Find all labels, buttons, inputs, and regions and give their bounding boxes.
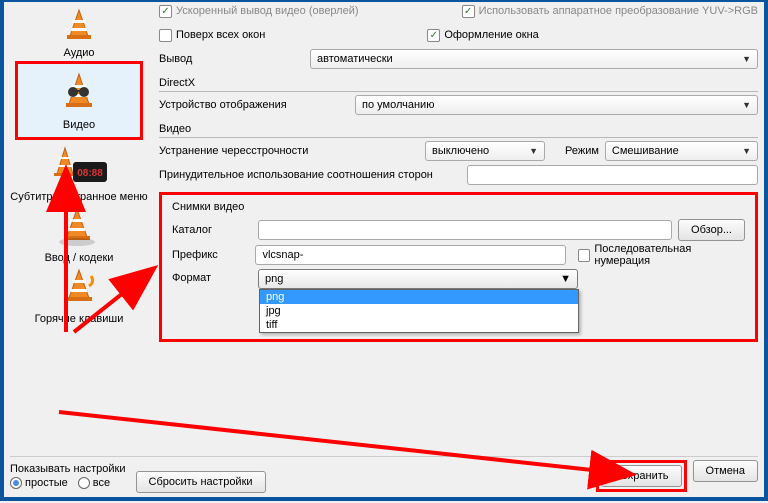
cone-icon <box>59 70 99 117</box>
dropdown-option[interactable]: jpg <box>260 304 578 318</box>
chevron-down-icon: ▼ <box>529 146 538 156</box>
select-value: Смешивание <box>612 145 679 157</box>
label-snapshot-dir: Каталог <box>172 224 252 236</box>
cone-icon <box>61 6 97 45</box>
checkbox-accel-overlay[interactable]: ✓Ускоренный вывод видео (оверлей) <box>159 5 359 18</box>
input-value: vlcsnap- <box>262 249 303 261</box>
preferences-sidebar: Аудио Видео 08:88 Субтитры / экранное ме… <box>9 2 149 325</box>
preferences-footer: Показывать настройки простые все Сбросит… <box>10 456 758 493</box>
sidebar-item-audio[interactable]: Аудио <box>9 2 149 59</box>
sidebar-item-input-codecs[interactable]: Ввод / кодеки <box>9 203 149 264</box>
chevron-down-icon: ▼ <box>560 273 571 285</box>
checkbox-label: Использовать аппаратное преобразование Y… <box>479 5 758 17</box>
checkbox-always-on-top[interactable]: Поверх всех окон <box>159 29 265 42</box>
sidebar-item-video[interactable]: Видео <box>15 61 143 140</box>
label-snapshot-prefix: Префикс <box>172 249 249 261</box>
select-snapshot-format[interactable]: png ▼ png jpg tiff <box>258 269 578 289</box>
sidebar-item-hotkeys[interactable]: Горячие клавиши <box>9 264 149 325</box>
label-deinterlace: Устранение чересстрочности <box>159 145 419 157</box>
svg-text:08:88: 08:88 <box>77 168 103 179</box>
checkbox-label: Последовательная нумерация <box>594 243 745 267</box>
select-value: автоматически <box>317 53 393 65</box>
sidebar-item-label: Аудио <box>9 47 149 59</box>
checkbox-label: Оформление окна <box>444 29 538 41</box>
label-deinterlace-mode: Режим <box>565 145 599 157</box>
save-highlight: Сохранить <box>596 460 687 492</box>
checkbox-label: Ускоренный вывод видео (оверлей) <box>176 5 359 17</box>
sidebar-item-label: Видео <box>18 119 140 131</box>
select-deinterlace[interactable]: выключено ▼ <box>425 141 545 161</box>
input-force-aspect[interactable] <box>467 165 758 185</box>
radio-simple-settings[interactable]: простые <box>10 477 68 489</box>
select-output[interactable]: автоматически ▼ <box>310 49 758 69</box>
group-header: Снимки видео <box>172 201 745 213</box>
sidebar-item-label: Горячие клавиши <box>9 313 149 325</box>
group-video-snapshots: Снимки видео Каталог Обзор... Префикс vl… <box>159 192 758 342</box>
input-snapshot-dir[interactable] <box>258 220 672 240</box>
chevron-down-icon: ▼ <box>742 54 751 64</box>
select-deinterlace-mode[interactable]: Смешивание ▼ <box>605 141 758 161</box>
label-display-device: Устройство отображения <box>159 99 349 111</box>
checkbox-sequential-numbering[interactable]: Последовательная нумерация <box>578 243 745 267</box>
label-snapshot-format: Формат <box>172 269 252 284</box>
checkbox-label: Поверх всех окон <box>176 29 265 41</box>
input-snapshot-prefix[interactable]: vlcsnap- <box>255 245 565 265</box>
select-value: выключено <box>432 145 489 157</box>
radio-all-settings[interactable]: все <box>78 477 110 489</box>
cone-icon <box>59 268 99 311</box>
select-value: по умолчанию <box>362 99 434 111</box>
dropdown-option[interactable]: tiff <box>260 318 578 332</box>
cone-icon: 08:88 <box>49 146 109 189</box>
checkbox-window-decorations[interactable]: ✓Оформление окна <box>427 29 538 42</box>
dropdown-list: png jpg tiff <box>259 289 579 333</box>
select-display-device[interactable]: по умолчанию ▼ <box>355 95 758 115</box>
cancel-button[interactable]: Отмена <box>693 460 758 482</box>
browse-button[interactable]: Обзор... <box>678 219 745 241</box>
label-force-aspect: Принудительное использование соотношения… <box>159 169 461 181</box>
reset-button[interactable]: Сбросить настройки <box>136 471 266 493</box>
label-output: Вывод <box>159 53 304 65</box>
cone-icon <box>57 207 101 250</box>
save-button[interactable]: Сохранить <box>601 465 682 487</box>
chevron-down-icon: ▼ <box>742 146 751 156</box>
section-header-directx: DirectX <box>159 74 758 92</box>
sidebar-item-subtitles[interactable]: 08:88 Субтитры / экранное меню <box>9 142 149 203</box>
checkbox-hw-conversion[interactable]: ✓Использовать аппаратное преобразование … <box>462 5 758 18</box>
select-value: png <box>265 273 283 285</box>
section-header-video: Видео <box>159 120 758 138</box>
chevron-down-icon: ▼ <box>742 100 751 110</box>
dropdown-option[interactable]: png <box>260 290 578 304</box>
sidebar-item-label: Ввод / кодеки <box>9 252 149 264</box>
main-panel: ✓Ускоренный вывод видео (оверлей) ✓Испол… <box>159 2 758 457</box>
label-show-settings: Показывать настройки <box>10 463 126 475</box>
sidebar-item-label: Субтитры / экранное меню <box>9 191 149 203</box>
